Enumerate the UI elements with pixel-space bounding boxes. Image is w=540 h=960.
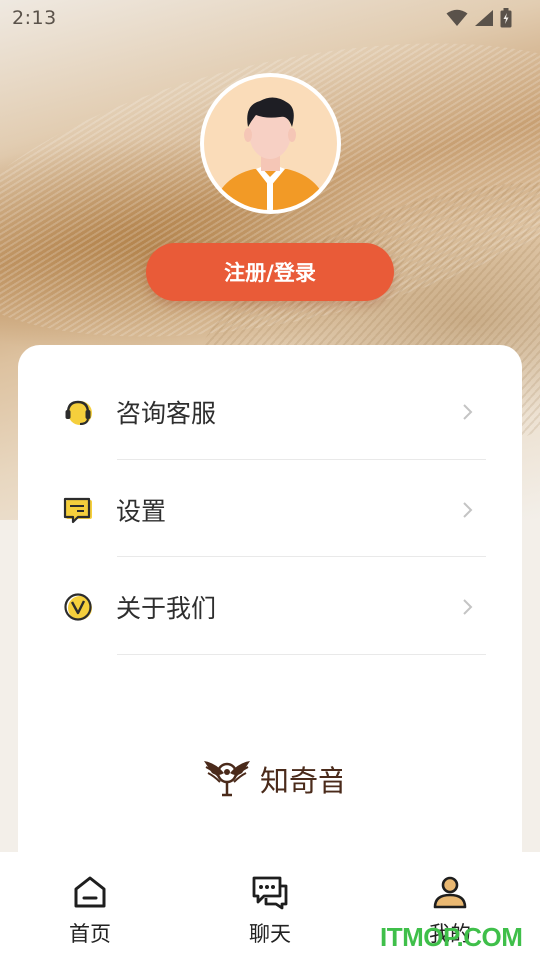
menu-item-customer-service[interactable]: 咨询客服 — [62, 363, 486, 460]
tab-label: 聊天 — [249, 922, 291, 946]
chevron-right-icon — [463, 598, 473, 615]
battery-icon — [500, 8, 512, 28]
login-button[interactable]: 注册/登录 — [146, 243, 394, 301]
signal-icon — [475, 10, 493, 26]
wifi-icon — [446, 9, 468, 26]
menu-item-label: 设置 — [116, 496, 167, 526]
tab-home[interactable]: 首页 — [0, 852, 180, 960]
home-icon — [70, 872, 110, 912]
about-icon — [62, 591, 94, 623]
chat-icon — [250, 872, 290, 912]
person-illustration — [212, 97, 329, 210]
status-bar: 2:13 — [0, 0, 540, 36]
profile-icon — [430, 872, 470, 912]
brand-text: 知奇音 — [260, 764, 342, 798]
status-icons — [446, 8, 512, 28]
tab-label: 首页 — [69, 922, 111, 946]
chevron-right-icon — [463, 501, 473, 518]
tab-chat[interactable]: 聊天 — [180, 852, 360, 960]
menu-item-about[interactable]: 关于我们 — [62, 558, 486, 655]
status-time: 2:13 — [12, 7, 57, 29]
headset-icon — [62, 396, 94, 428]
chevron-right-icon — [463, 403, 473, 420]
watermark: ITMOP.COM — [380, 922, 523, 952]
menu-item-label: 关于我们 — [116, 593, 217, 623]
brand-logo: 知奇音 — [202, 751, 347, 801]
zhiqiyin-logo: 知奇音 — [204, 761, 347, 798]
menu-card: 咨询客服 设置 关于我们 — [18, 345, 522, 885]
settings-icon — [62, 494, 94, 526]
divider — [117, 556, 486, 557]
menu-item-settings[interactable]: 设置 — [62, 461, 486, 558]
menu-item-label: 咨询客服 — [116, 398, 217, 428]
avatar-image — [204, 77, 337, 210]
divider — [117, 459, 486, 460]
avatar[interactable] — [200, 73, 341, 214]
divider — [117, 654, 486, 655]
